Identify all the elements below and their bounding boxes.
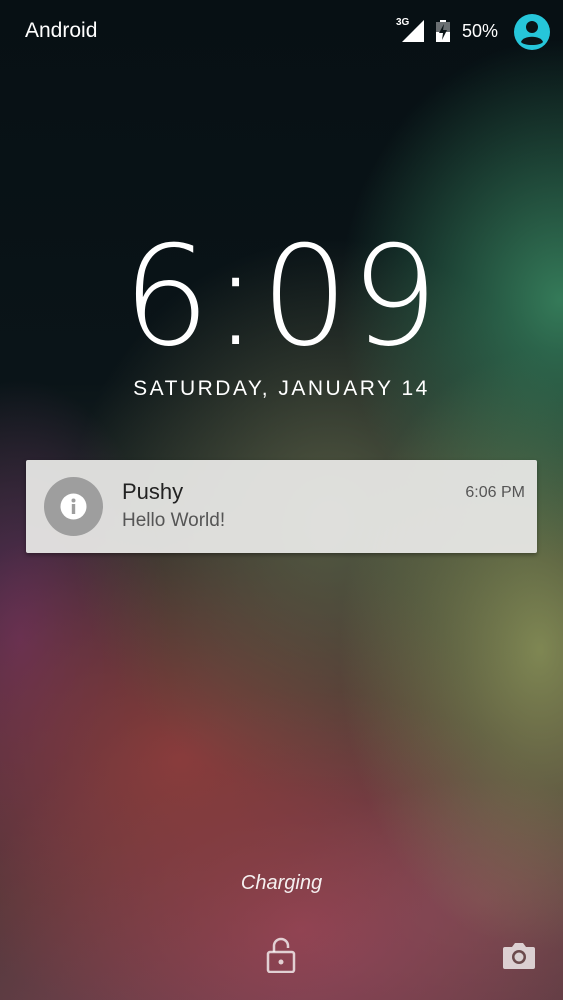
camera-icon[interactable] [502,940,536,970]
user-avatar-icon[interactable] [514,14,550,50]
battery-charging-icon [436,20,450,42]
charging-status: Charging [240,872,323,894]
carrier-label: Android [25,19,98,42]
unlock-icon[interactable] [266,937,296,973]
signal-icon [402,20,424,42]
date-label: SATURDAY, JANUARY 14 [133,377,430,400]
battery-percentage: 50% [462,21,499,41]
notification-card[interactable]: Pushy Hello World! 6:06 PM [26,460,537,553]
notification-app-name: Pushy [122,479,184,504]
lock-screen: Android 3G 50% 6:09 SATURDAY, JANUARY 14 [0,0,563,1000]
clock-time: 6:09 [122,216,441,377]
status-bar: Android 3G 50% [0,0,563,64]
notification-time: 6:06 PM [465,484,525,501]
notification-message: Hello World! [122,510,226,531]
info-icon [44,477,103,536]
